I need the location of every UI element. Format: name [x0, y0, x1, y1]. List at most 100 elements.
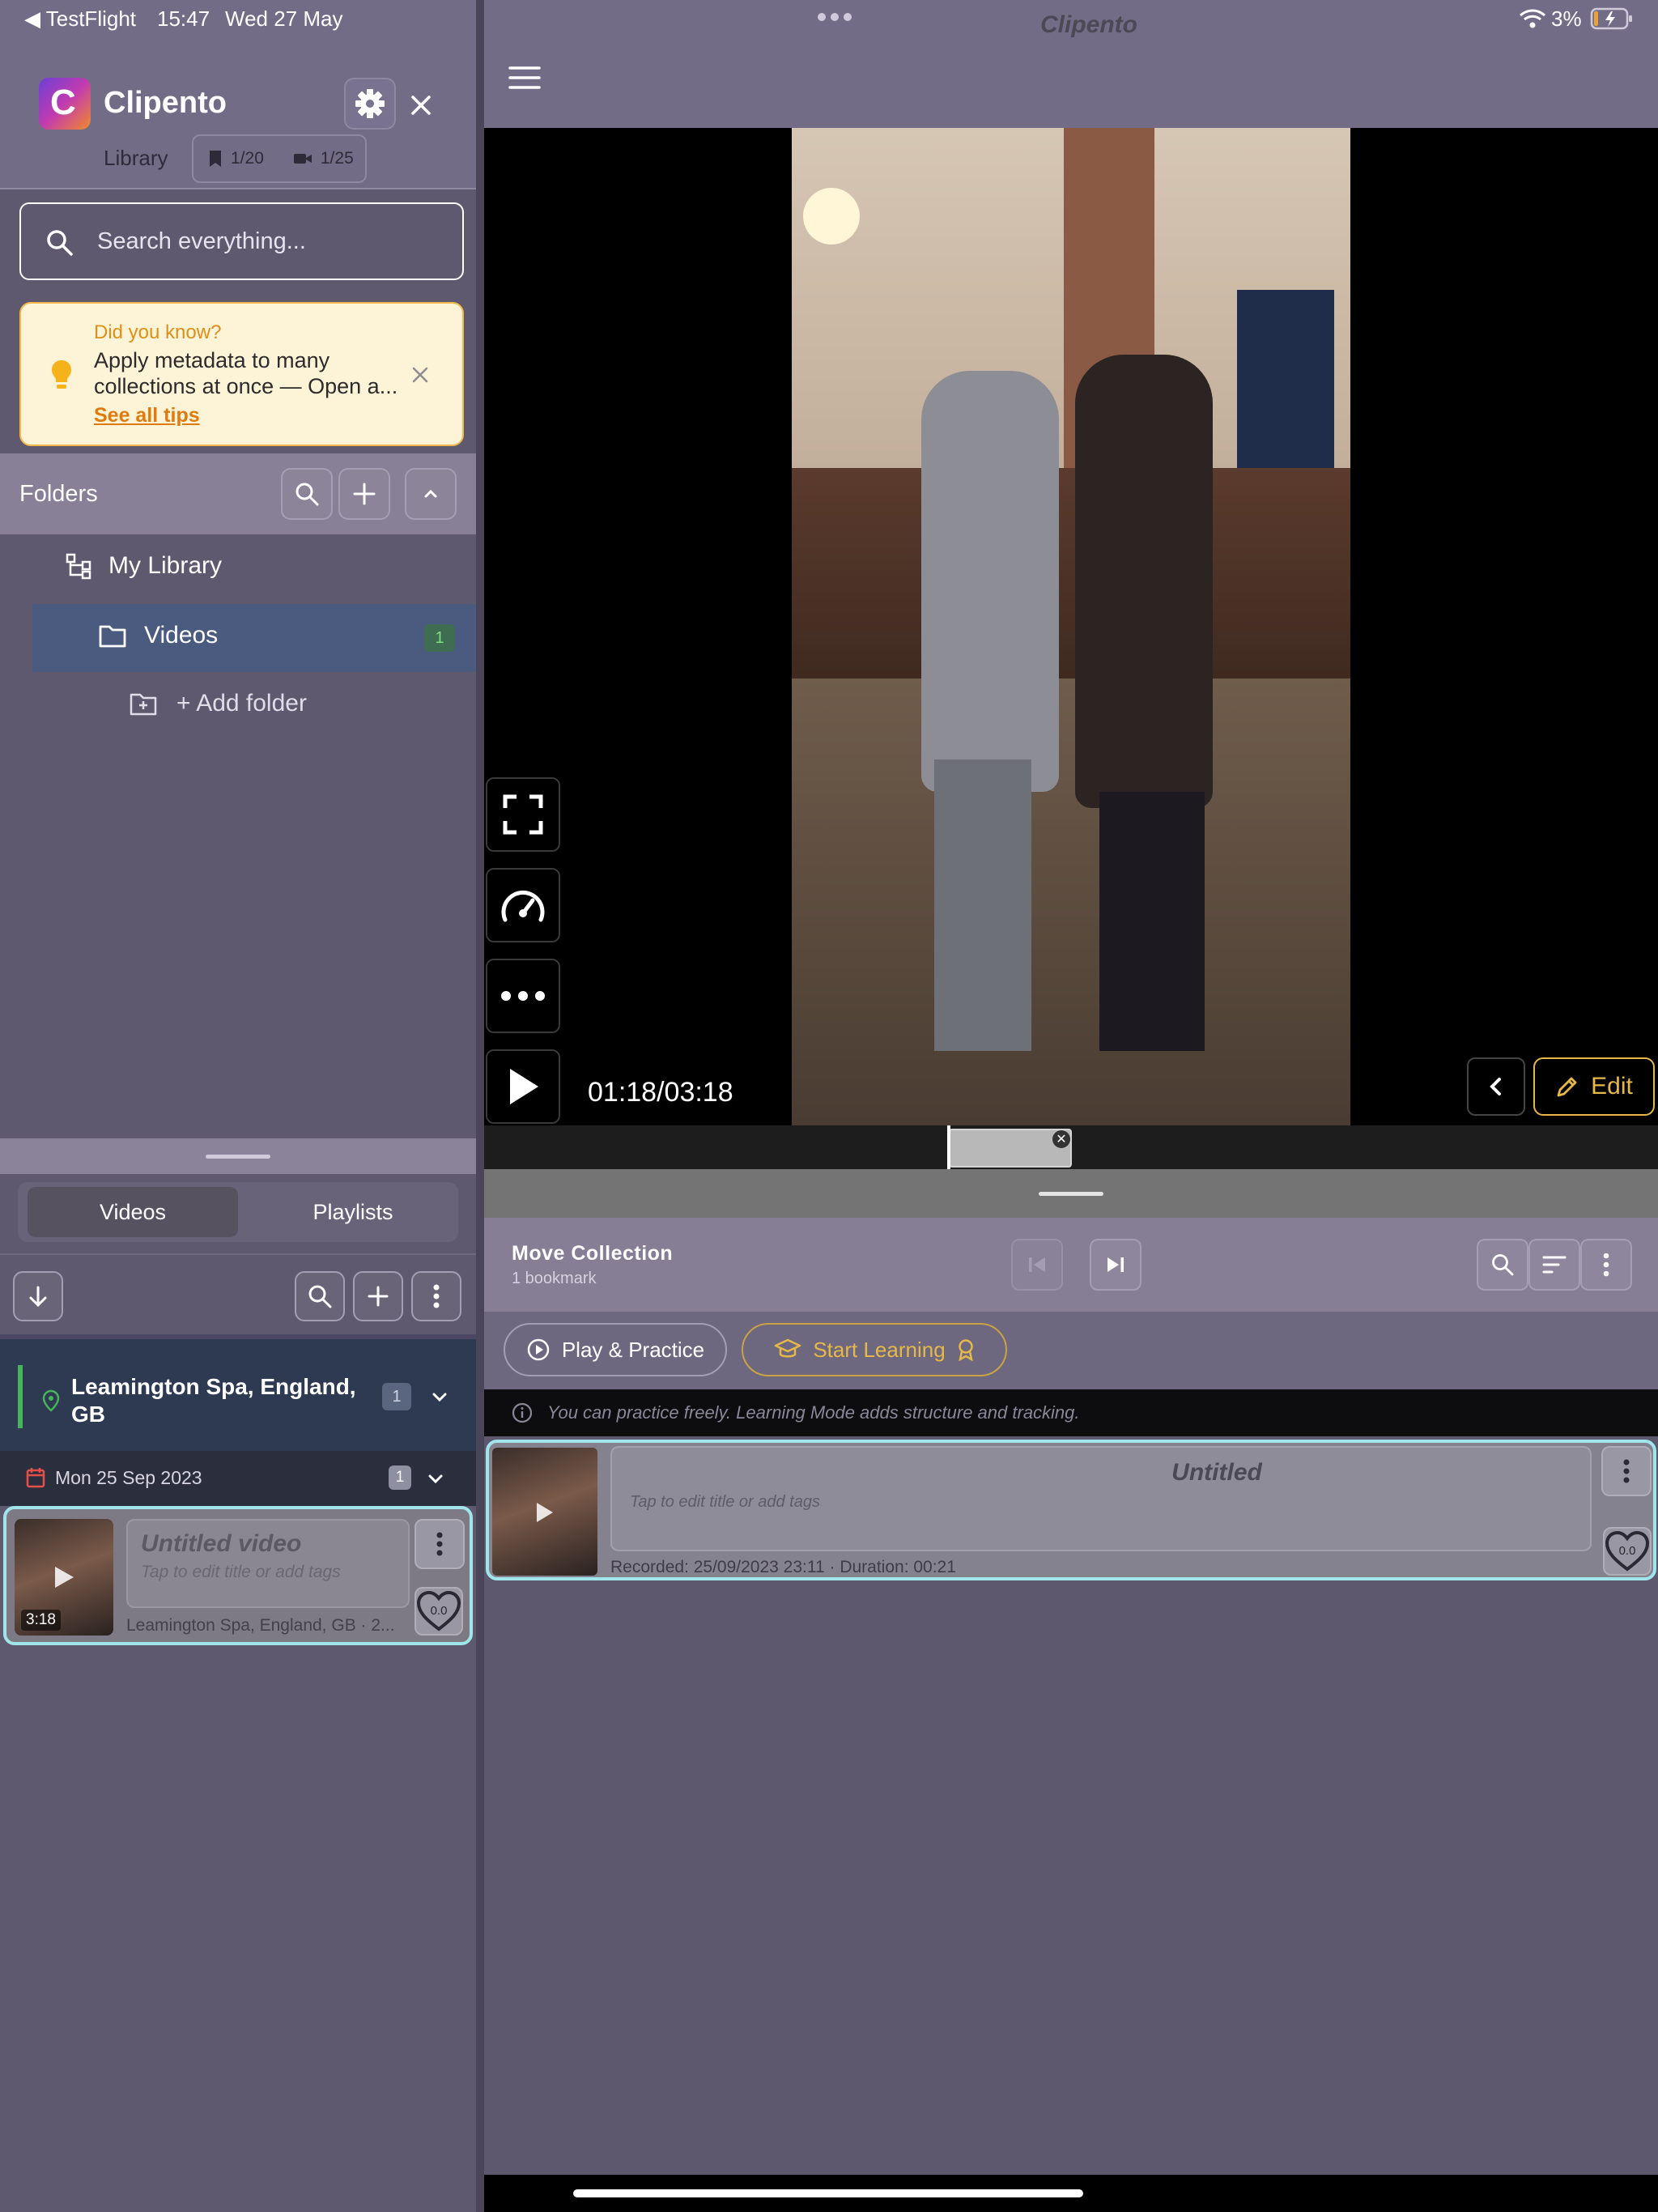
collection-menu-button[interactable]	[1580, 1239, 1632, 1291]
panel-resize-handle[interactable]	[0, 1138, 476, 1174]
content-tabs: Videos Playlists	[18, 1182, 458, 1242]
bookmark-rating-button[interactable]: 0.0	[1603, 1527, 1652, 1576]
tab-videos[interactable]: Videos	[28, 1187, 238, 1237]
previous-button[interactable]	[1467, 1057, 1525, 1116]
folder-label: Videos	[144, 622, 219, 649]
svg-text:0.0: 0.0	[1619, 1544, 1636, 1558]
start-learning-label: Start Learning	[813, 1337, 946, 1362]
playhead[interactable]	[947, 1125, 950, 1169]
video-subtitle: Tap to edit title or add tags	[141, 1563, 341, 1581]
dismiss-tip-icon[interactable]	[410, 364, 431, 385]
info-text: You can practice freely. Learning Mode a…	[547, 1402, 1080, 1423]
start-learning-button[interactable]: Start Learning	[742, 1323, 1007, 1376]
collection-search-button[interactable]	[1477, 1239, 1528, 1291]
group-title: Leamington Spa, England, GB	[71, 1374, 356, 1427]
playback-speed-button[interactable]	[486, 868, 560, 942]
status-date: Wed 27 May	[225, 6, 343, 31]
sort-button[interactable]	[1528, 1239, 1580, 1291]
video-item-menu-button[interactable]	[414, 1519, 465, 1569]
edit-button[interactable]: Edit	[1533, 1057, 1655, 1116]
app-name: Clipento	[104, 86, 227, 120]
add-folder-label: + Add folder	[176, 690, 307, 717]
folder-count-badge: 1	[424, 624, 455, 652]
play-practice-label: Play & Practice	[561, 1337, 705, 1362]
timeline[interactable]: ✕	[484, 1125, 1658, 1169]
skip-next-icon	[1107, 1257, 1124, 1272]
settings-button[interactable]	[344, 78, 396, 130]
bookmark-meta: Recorded: 25/09/2023 23:11 · Duration: 0…	[610, 1558, 956, 1576]
bookmark-subtitle: Tap to edit title or add tags	[630, 1493, 820, 1511]
tip-title: Did you know?	[94, 321, 222, 343]
folder-my-library[interactable]: My Library	[65, 552, 222, 580]
video-list-item[interactable]: 3:18 Untitled video Tap to edit title or…	[3, 1506, 473, 1645]
bookmark-menu-button[interactable]	[1601, 1446, 1652, 1496]
remove-clip-icon[interactable]: ✕	[1052, 1130, 1070, 1148]
heart-icon: 0.0	[416, 1590, 461, 1631]
play-icon	[537, 1503, 553, 1522]
video-search-button[interactable]	[295, 1271, 345, 1321]
tab-playlists[interactable]: Playlists	[248, 1187, 458, 1237]
favorite-rating-button[interactable]: 0.0	[414, 1587, 463, 1636]
collection-subtitle: 1 bookmark	[512, 1270, 597, 1287]
more-horizontal-icon	[501, 991, 545, 1001]
skip-next-button[interactable]	[1090, 1239, 1141, 1291]
video-thumbnail[interactable]: 3:18	[15, 1519, 113, 1636]
new-folder-icon	[130, 693, 157, 716]
svg-text:0.0: 0.0	[431, 1604, 448, 1618]
bookmark-thumbnail[interactable]	[492, 1448, 597, 1576]
status-time: 15:47	[157, 6, 210, 31]
menu-icon[interactable]	[508, 65, 541, 91]
video-camera-icon	[293, 154, 312, 164]
add-folder-item[interactable]: + Add folder	[130, 690, 307, 717]
bookmark-title: Untitled	[1171, 1459, 1262, 1486]
sheet-resize-handle[interactable]	[484, 1169, 1658, 1218]
home-indicator[interactable]	[573, 2189, 1083, 2197]
status-back-app[interactable]: ◀ TestFlight	[24, 6, 136, 32]
folder-videos[interactable]: Videos 1	[32, 604, 476, 672]
skip-previous-button[interactable]	[1011, 1239, 1063, 1291]
playback-time: 01:18/03:18	[588, 1077, 733, 1108]
sort-icon	[1542, 1256, 1567, 1274]
tree-structure-icon	[66, 553, 91, 580]
bookmark-item[interactable]: Untitled Tap to edit title or add tags R…	[486, 1440, 1656, 1580]
list-toolbar	[0, 1253, 476, 1334]
add-folder-button[interactable]	[338, 468, 390, 520]
collection-header: Move Collection 1 bookmark	[484, 1218, 1658, 1312]
play-button[interactable]	[486, 1049, 560, 1124]
info-icon	[512, 1402, 533, 1423]
divider	[0, 188, 476, 189]
app-logo: C	[39, 78, 91, 130]
practice-actions: Play & Practice Start Learning	[484, 1312, 1658, 1389]
video-list-menu-button[interactable]	[411, 1271, 461, 1321]
see-all-tips-link[interactable]: See all tips	[94, 404, 200, 428]
sort-down-button[interactable]	[13, 1271, 63, 1321]
bookmark-title-field[interactable]: Untitled Tap to edit title or add tags	[610, 1446, 1592, 1551]
fullscreen-button[interactable]	[486, 777, 560, 852]
play-icon	[510, 1069, 538, 1104]
sidebar-header: ◀ TestFlight 15:47 Wed 27 May C Clipento…	[0, 0, 476, 188]
calendar-icon	[26, 1468, 45, 1488]
skip-previous-icon	[1029, 1257, 1045, 1272]
more-vertical-icon	[433, 1284, 440, 1308]
add-video-button[interactable]	[353, 1271, 403, 1321]
folder-icon	[99, 625, 126, 648]
search-input[interactable]: Search everything...	[19, 202, 464, 280]
folder-label: My Library	[108, 552, 223, 579]
more-options-button[interactable]	[486, 959, 560, 1033]
chevron-down-icon[interactable]	[424, 1467, 447, 1490]
video-player[interactable]: 01:18/03:18 Edit	[484, 128, 1658, 1125]
video-frame[interactable]	[792, 128, 1350, 1125]
location-group[interactable]: Leamington Spa, England, GB 1	[0, 1334, 476, 1451]
play-practice-button[interactable]: Play & Practice	[504, 1323, 727, 1376]
video-title-field[interactable]: Untitled video Tap to edit title or add …	[126, 1519, 410, 1608]
chevron-down-icon[interactable]	[427, 1385, 452, 1409]
panel-divider	[476, 0, 484, 2212]
collapse-folders-button[interactable]	[405, 468, 457, 520]
close-sidebar-button[interactable]	[405, 89, 437, 121]
date-label: Mon 25 Sep 2023	[55, 1467, 202, 1488]
tip-card: Did you know? Apply metadata to many col…	[19, 302, 464, 446]
folder-search-button[interactable]	[281, 468, 333, 520]
location-pin-icon	[42, 1389, 60, 1412]
date-group[interactable]: Mon 25 Sep 2023 1	[0, 1451, 476, 1506]
close-icon	[411, 96, 431, 115]
